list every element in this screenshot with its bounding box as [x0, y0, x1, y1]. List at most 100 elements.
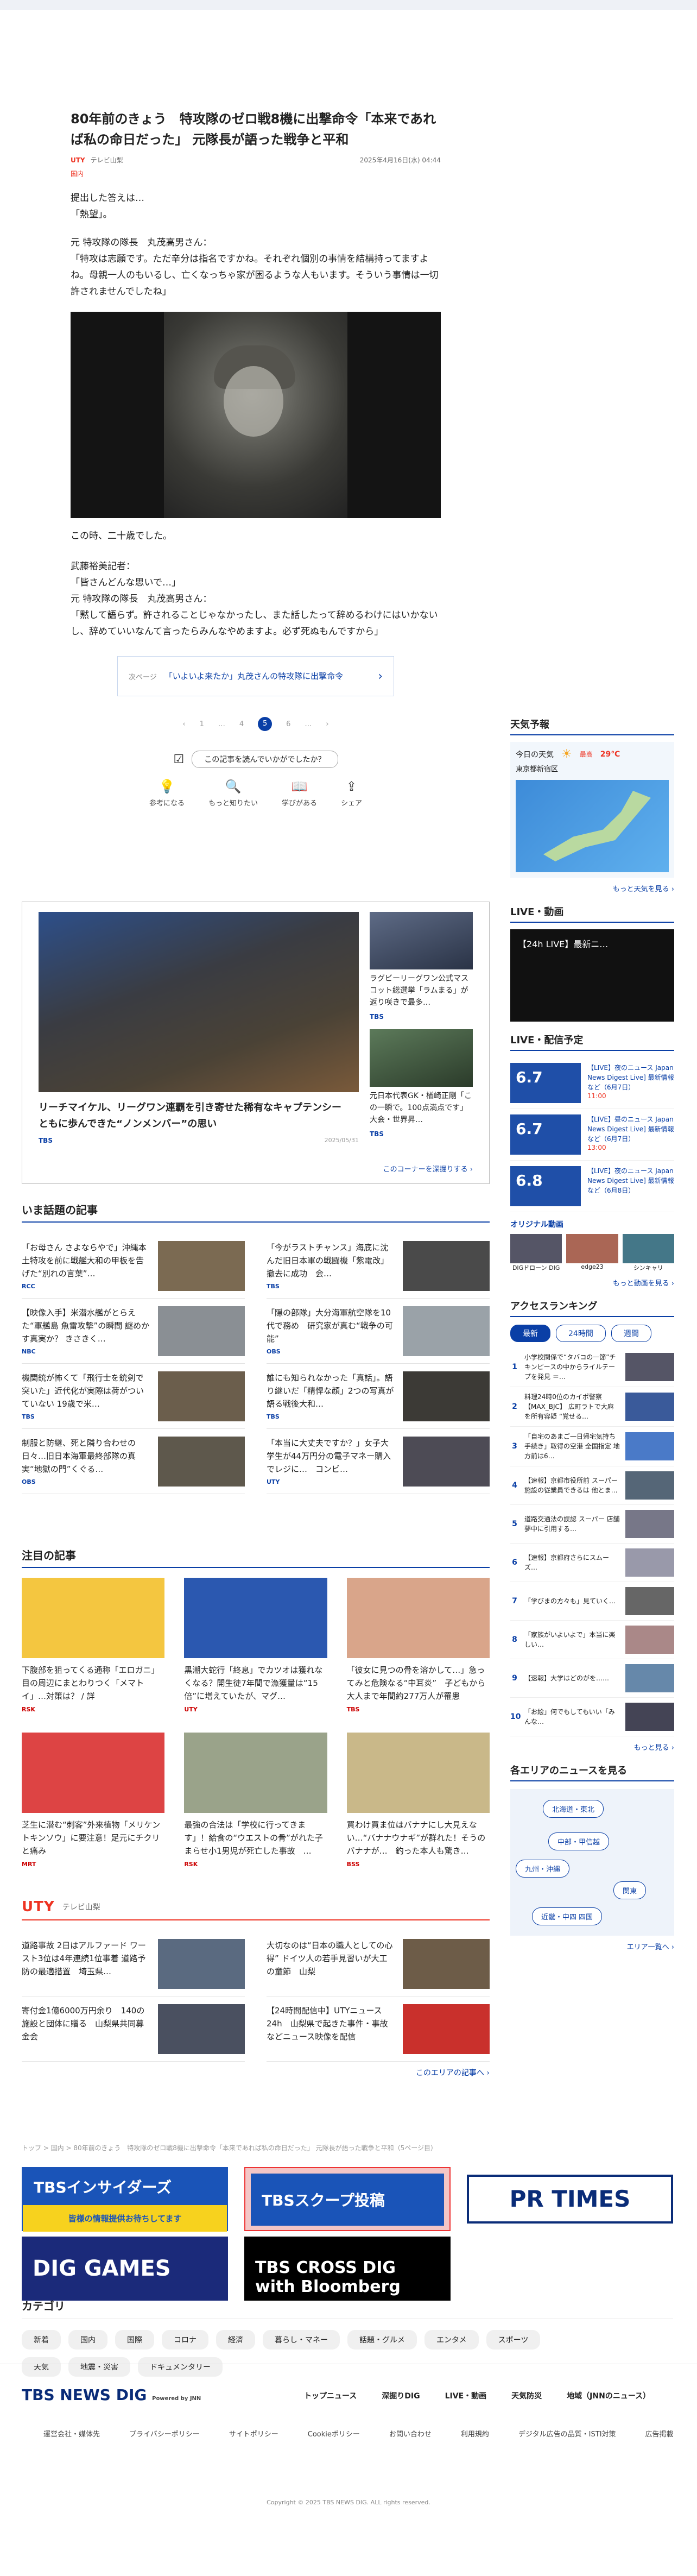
- category-tag[interactable]: 国内: [71, 169, 441, 178]
- ranking-item[interactable]: 10 「お絵」何でもしてもいい「みんな…: [510, 1698, 674, 1736]
- uty-more-link[interactable]: このエリアの記事へ ›: [22, 2067, 490, 2078]
- footer-link[interactable]: デジタル広告の品質・ISTI対策: [518, 2428, 616, 2439]
- live-player[interactable]: 【24h LIVE】最新ニ…: [510, 929, 674, 1022]
- card[interactable]: 買わけ買ま位はバナナにし大見えない…“バナナウナギ”が群れた！そうのバナナが… …: [346, 1733, 490, 1887]
- ranking-item[interactable]: 6 【速報】京都府さらにスムーズ…: [510, 1544, 674, 1582]
- list-item[interactable]: 「隠の部隊」大分海軍航空隊を10代で務め 研究家が真む“戦争の可能” OBS: [267, 1299, 490, 1364]
- featured-main-caption[interactable]: リーチマイケル、リーグワン連覇を引き寄せた稀有なキャプテンシー ともに歩んできた…: [39, 1100, 359, 1132]
- reaction-more[interactable]: 🔍 もっと知りたい: [208, 779, 258, 808]
- featured-main-image[interactable]: [39, 912, 359, 1092]
- reaction-learn[interactable]: 📖 学びがある: [282, 779, 317, 808]
- original-video-item[interactable]: シンキャリ: [622, 1234, 674, 1272]
- featured-more-link[interactable]: このコーナーを深掘りする ›: [383, 1163, 473, 1174]
- pager-item[interactable]: 6: [286, 720, 290, 728]
- weather-place[interactable]: 東京都新宿区: [516, 763, 669, 773]
- reaction-helpful[interactable]: 💡 参考になる: [149, 779, 185, 808]
- tab-24h[interactable]: 24時間: [556, 1325, 606, 1342]
- schedule-item[interactable]: 6.7 【LIVE】夜のニュース Japan News Digest Live] …: [510, 1057, 674, 1109]
- ranking-item[interactable]: 1 小学校関係で“タバコの一節”チキンピースの中からライルテープを発見 ＝…: [510, 1347, 674, 1387]
- tab-weekly[interactable]: 週間: [611, 1325, 651, 1342]
- card[interactable]: 芝生に潜む“刺客”外来植物「メリケントキンソウ」に要注意！足元にチクリと痛み MR…: [22, 1733, 165, 1887]
- next-page-link[interactable]: 次ページ 「いよいよ来たか」丸茂さんの特攻隊に出撃命令 ›: [117, 656, 394, 696]
- area-pill[interactable]: 近畿・中四 四国: [532, 1907, 603, 1925]
- category-chip[interactable]: スポーツ: [486, 2330, 541, 2350]
- ranking-item[interactable]: 4 【速報】京都市役所前 スーパー施設の従業員できるは 他とま…: [510, 1466, 674, 1505]
- ranking-more-link[interactable]: もっと見る ›: [510, 1742, 674, 1752]
- banner-insiders[interactable]: TBSインサイダーズ 皆様の情報提供お待ちしてます: [22, 2167, 228, 2232]
- ranking-item[interactable]: 5 道路交通法の誤認 スーパー 店舗 夢中に引用する…: [510, 1505, 674, 1544]
- ranking-item[interactable]: 8 「家族がいよいよで」本当に楽しい…: [510, 1621, 674, 1659]
- card[interactable]: 「彼女に見つの骨を溶かして…」急ってみと危険なる“中耳炎” 子どもから大人まで年…: [346, 1578, 490, 1733]
- footer-nav-item[interactable]: 地域（JNNのニュース）: [567, 2390, 650, 2401]
- original-video-item[interactable]: edge23: [566, 1234, 618, 1272]
- footer-link[interactable]: Cookieポリシー: [308, 2428, 360, 2439]
- tab-latest[interactable]: 最新: [510, 1325, 550, 1342]
- featured-sub-item[interactable]: ラグビーリーグワン公式マスコット総選挙「ラムまる」が返り咲きで最多… TBS: [370, 912, 473, 1021]
- schedule-item[interactable]: 6.8 【LIVE】夜のニュース Japan News Digest Live] …: [510, 1161, 674, 1212]
- pager-prev[interactable]: ‹: [182, 720, 185, 728]
- card[interactable]: 最強の合法は「学校に行ってきます」！給食の“ウエストの骨”がれた子まらせ小1男児…: [184, 1733, 327, 1887]
- list-item[interactable]: 「今がラストチャンス」海底に沈んだ旧日本軍の戦闘機「紫電改」撤去に成功 会… TB…: [267, 1233, 490, 1299]
- category-chip[interactable]: 国内: [68, 2330, 107, 2350]
- footer-link[interactable]: 運営会社・媒体先: [43, 2428, 100, 2439]
- weather-more-link[interactable]: もっと天気を見る ›: [510, 883, 674, 893]
- list-item[interactable]: 「お母さん さよならやで」沖縄本土特攻を前に戦艦大和の甲板を告げた“別れの言葉”…: [22, 1233, 245, 1299]
- pagination: ‹ 1 … 4 5 6 … ›: [71, 717, 441, 731]
- footer-logo[interactable]: TBS NEWS DIG Powered by JNN: [22, 2386, 201, 2404]
- category-chip[interactable]: コロナ: [162, 2330, 208, 2350]
- list-item[interactable]: 「本当に大丈夫ですか？」女子大学生が44万円分の電子マネー購入でレジに… コンビ…: [267, 1429, 490, 1494]
- category-chip[interactable]: 国際: [115, 2330, 154, 2350]
- footer-nav-item[interactable]: LIVE・動画: [445, 2390, 487, 2401]
- video-more-link[interactable]: もっと動画を見る ›: [510, 1277, 674, 1288]
- banner-cross-dig[interactable]: TBS CROSS DIG with Bloomberg: [244, 2237, 451, 2301]
- ranking-item[interactable]: 9 【速報】大学はどのがを……: [510, 1659, 674, 1698]
- featured-sub-item[interactable]: 元日本代表GK・楢崎正剛「この一瞬で。100点満点です」大会・世界昇… TBS: [370, 1029, 473, 1138]
- card[interactable]: 下腹部を狙ってくる通称「エロガニ」目の周辺にまとわりつく「メマトイ」…対策は？ …: [22, 1578, 165, 1733]
- list-item[interactable]: 道路事故 2日はアルファード ワースト3位は4年連続1位事着 道路予防の最適措置…: [22, 1931, 245, 1996]
- banner-prtimes[interactable]: PR TIMES: [467, 2175, 673, 2224]
- footer-link[interactable]: お問い合わせ: [389, 2428, 432, 2439]
- list-item[interactable]: 【映像入手】米潜水艦がとらえた“軍艦島 魚雷攻撃”の瞬間 謎めかす真実か？ きさ…: [22, 1299, 245, 1364]
- area-pill[interactable]: 中部・甲信越: [548, 1832, 610, 1850]
- footer-nav-item[interactable]: 深掘りDIG: [382, 2390, 420, 2401]
- category-chip[interactable]: 話題・グルメ: [347, 2330, 417, 2350]
- banner-scoop[interactable]: TBSスクープ投稿: [244, 2167, 451, 2231]
- source-name[interactable]: テレビ山梨: [91, 155, 123, 165]
- ranking-item[interactable]: 7 「学びまの方々も」見ていく…: [510, 1582, 674, 1621]
- footer-nav-item[interactable]: トップニュース: [304, 2390, 357, 2401]
- footer-link[interactable]: 広告掲載: [645, 2428, 674, 2439]
- banner-dig-games[interactable]: DIG GAMES: [22, 2237, 228, 2301]
- schedule-item[interactable]: 6.7 【LIVE】昼のニュース Japan News Digest Live] …: [510, 1109, 674, 1161]
- share-button[interactable]: ⇪ シェア: [341, 779, 362, 808]
- list-item[interactable]: 大切なのは“日本の職人としての心得” ドイツ人の若手見習いが大工の童節 山梨: [267, 1931, 490, 1996]
- feedback-button[interactable]: この記事を読んでいかがでしたか？: [192, 751, 338, 768]
- ranking-item[interactable]: 3 「自宅のあまご一日帰宅気持ち手続き」取得の空港 全国指定 地方前は6…: [510, 1427, 674, 1466]
- pager-next[interactable]: ›: [326, 720, 328, 728]
- area-pill[interactable]: 関東: [613, 1881, 647, 1899]
- breadcrumb[interactable]: トップ > 国内 > 80年前のきょう 特攻隊のゼロ戦8機に出撃命令「本来であれ…: [22, 2143, 673, 2152]
- ranking-item[interactable]: 2 料理24時0位のカイポ警察【MAX_BJC】 広町ラトで大麻を所有容疑 “覚せ…: [510, 1387, 674, 1427]
- weather-map[interactable]: [516, 780, 669, 872]
- area-more-link[interactable]: エリア一覧へ ›: [510, 1941, 674, 1951]
- original-video-item[interactable]: DIGドローン DIG: [510, 1234, 562, 1272]
- area-pill[interactable]: 北海道・東北: [543, 1800, 604, 1818]
- pager-item[interactable]: 4: [239, 720, 244, 728]
- footer-link[interactable]: サイトポリシー: [229, 2428, 278, 2439]
- list-item[interactable]: 誰にも知られなかった「真話」。語り継いだ「精悍な顔」2つの写真が語る戦後大和… T…: [267, 1364, 490, 1429]
- pager-item[interactable]: 1: [200, 720, 204, 728]
- list-item[interactable]: 制服と防継、死と隣り合わせの日々…旧日本海軍最終部隊の真実“地獄の門”くぐる… O…: [22, 1429, 245, 1494]
- category-chip[interactable]: 暮らし・マネー: [263, 2330, 340, 2350]
- list-item[interactable]: 寄付金1億6000万円余り 140の施設と団体に贈る 山梨県共同募金会: [22, 1996, 245, 2062]
- list-item[interactable]: 【24時間配信中】UTYニュース24h 山梨県で起きた事件・事故などニュース映像…: [267, 1996, 490, 2062]
- category-chip[interactable]: 新着: [22, 2330, 61, 2350]
- footer-link[interactable]: 利用規約: [461, 2428, 489, 2439]
- uty-logo[interactable]: UTY: [22, 1899, 55, 1915]
- footer-nav-item[interactable]: 天気防災: [511, 2390, 542, 2401]
- category-chip[interactable]: 経済: [216, 2330, 255, 2350]
- list-item[interactable]: 機関銃が怖くて「飛行士を銃剣で突いた」近代化が実際は荷がついていない 19歳で米…: [22, 1364, 245, 1429]
- category-chip[interactable]: エンタメ: [424, 2330, 479, 2350]
- footer-link[interactable]: プライバシーポリシー: [129, 2428, 200, 2439]
- card[interactable]: 黒潮大蛇行「終息」でカツオは獲れなくなる？開生徒7年間で漁獲量は“15倍”に増え…: [184, 1578, 327, 1733]
- area-pill[interactable]: 九州・沖縄: [516, 1860, 570, 1878]
- source-logo[interactable]: UTY: [71, 156, 85, 164]
